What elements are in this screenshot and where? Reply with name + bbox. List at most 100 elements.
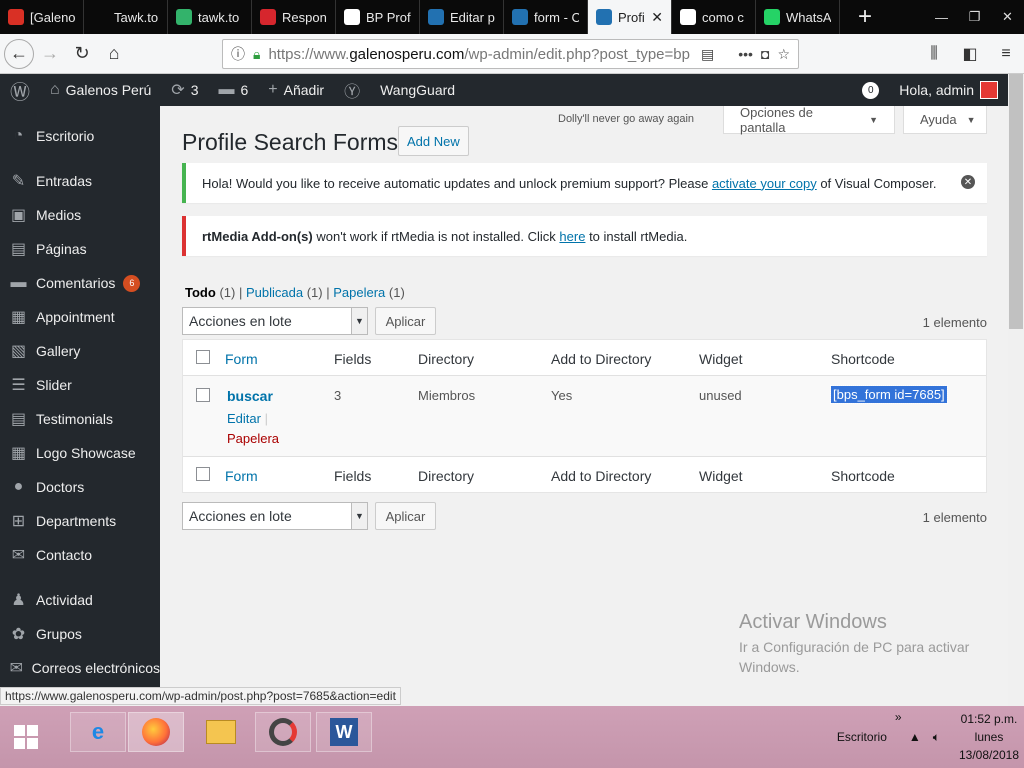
row-title-link[interactable]: buscar — [227, 388, 273, 404]
bulk-actions-select-top[interactable]: Acciones en lote ▼ — [182, 307, 368, 335]
sidebar-item-grupos[interactable]: ✿ Grupos — [0, 617, 160, 651]
wordpress-logo-icon[interactable]: Ⓦ — [0, 74, 40, 106]
back-button[interactable]: ← — [4, 38, 34, 69]
sidebar-item-entradas[interactable]: ✎ Entradas — [0, 164, 160, 198]
info-icon[interactable]: ⓘ — [231, 44, 245, 64]
row-checkbox[interactable] — [196, 388, 210, 402]
restore-button[interactable]: ❐ — [958, 0, 991, 34]
edit-link[interactable]: Editar | — [227, 411, 268, 426]
clock[interactable]: 01:52 p.m. lunes 13/08/2018 — [954, 710, 1024, 764]
sidebar-item-departments[interactable]: ⊞ Departments — [0, 504, 160, 538]
new-tab-button[interactable]: + — [840, 0, 890, 34]
sidebar-item-slider[interactable]: ☰ Slider — [0, 368, 160, 402]
menu-icon[interactable]: ≡ — [988, 45, 1024, 63]
sidebar-item-logo-showcase[interactable]: ▦ Logo Showcase — [0, 436, 160, 470]
screen-options-button[interactable]: Opciones de pantalla ▼ — [723, 105, 895, 135]
reader-view-icon[interactable]: ▤ — [701, 46, 714, 63]
volume-icon[interactable]: 🔈︎ — [933, 730, 940, 745]
activate-windows-text: Ir a Configuración de PC para activar Wi… — [739, 639, 970, 675]
word-icon[interactable]: W — [316, 712, 372, 752]
close-window-button[interactable]: ✕ — [991, 0, 1024, 34]
minimize-button[interactable]: — — [925, 0, 958, 34]
browser-tab[interactable]: WhatsA — [756, 0, 840, 34]
account-link[interactable]: Hola, admin — [889, 74, 1008, 106]
footer-header-add-to-directory: Add to Directory — [551, 468, 652, 484]
app-icon[interactable] — [255, 712, 311, 752]
dashboard-icon: ◔ — [13, 127, 24, 144]
show-hidden-icon[interactable]: » — [895, 710, 902, 724]
sidebar-item-p-ginas[interactable]: ▤ Páginas — [0, 232, 160, 266]
apply-button-top[interactable]: Aplicar — [375, 307, 436, 335]
add-new-link[interactable]: + Añadir — [258, 74, 334, 106]
home-button[interactable]: ⌂ — [98, 38, 130, 70]
browser-tab[interactable]: BP Profi — [336, 0, 420, 34]
notifications-link[interactable]: 0 — [852, 74, 889, 106]
browser-tab[interactable]: Profi ✕ — [588, 0, 672, 34]
blank — [92, 9, 108, 25]
filter-trash[interactable]: Papelera (1) — [333, 285, 405, 300]
add-new-button[interactable]: Add New — [398, 126, 469, 156]
bulk-actions-select-bottom[interactable]: Acciones en lote ▼ — [182, 502, 368, 530]
apply-button-bottom[interactable]: Aplicar — [375, 502, 436, 530]
select-all-checkbox-bottom[interactable] — [196, 467, 210, 481]
install-rtmedia-link[interactable]: here — [559, 229, 585, 244]
sidebar-item-label: Appointment — [36, 309, 115, 325]
sidebar-item-testimonials[interactable]: ▤ Testimonials — [0, 402, 160, 436]
help-button[interactable]: Ayuda ▼ — [903, 106, 987, 134]
yoast-link[interactable]: Ⓨ — [334, 74, 370, 106]
forward-button[interactable]: → — [34, 38, 66, 70]
scrollbar-thumb[interactable] — [1009, 74, 1023, 329]
trash-link[interactable]: Papelera — [227, 431, 279, 446]
file-explorer-icon[interactable] — [193, 712, 249, 752]
sidebar-toggle-icon[interactable]: ◧ — [952, 44, 988, 64]
comments-link[interactable]: ▬ 6 — [208, 74, 258, 106]
browser-tab-bar: [Galeno Tawk.to Sett tawk.to Respon BP Profi… — [0, 0, 1024, 34]
activity-icon: ♟ — [11, 592, 26, 609]
sidebar-item-correos-electr-nicos[interactable]: ✉ Correos electrónicos — [0, 651, 160, 685]
browser-tab[interactable]: [Galeno — [0, 0, 84, 34]
start-button[interactable] — [0, 706, 52, 768]
sidebar-item-gallery[interactable]: ▧ Gallery — [0, 334, 160, 368]
cell-directory: Miembros — [418, 388, 476, 403]
filter-all[interactable]: Todo (1) — [185, 285, 235, 300]
url-bar[interactable]: ⓘ 🔒︎ https://www.galenosperu.com/wp-admi… — [222, 39, 799, 69]
updates-link[interactable]: ⟳ 3 — [161, 74, 208, 106]
more-actions-icon[interactable]: ••• — [738, 46, 753, 62]
bookmark-star-icon[interactable]: ☆ — [777, 46, 790, 63]
browser-tab[interactable]: Editar p — [420, 0, 504, 34]
lock-icon: 🔒︎ — [253, 45, 261, 62]
tray-arrow-icon[interactable]: ▲ — [909, 730, 921, 744]
browser-tab[interactable]: tawk.to — [168, 0, 252, 34]
table-row: buscar Editar | Papelera 3 Miembros Yes … — [183, 376, 986, 456]
sidebar-item-contacto[interactable]: ✉ Contacto — [0, 538, 160, 572]
browser-tab[interactable]: Tawk.to Sett — [84, 0, 168, 34]
internet-explorer-icon[interactable]: e — [70, 712, 126, 752]
sidebar-item-actividad[interactable]: ♟ Actividad — [0, 583, 160, 617]
wangguard-link[interactable]: WangGuard — [370, 74, 465, 106]
status-bar-url: https://www.galenosperu.com/wp-admin/pos… — [0, 687, 401, 705]
firefox-icon[interactable] — [128, 712, 184, 752]
activate-copy-link[interactable]: activate your copy — [712, 176, 817, 191]
sidebar-item-medios[interactable]: ▣ Medios — [0, 198, 160, 232]
browser-tab[interactable]: form - C — [504, 0, 588, 34]
select-all-checkbox[interactable] — [196, 350, 210, 364]
site-name-link[interactable]: ⌂ Galenos Perú — [40, 74, 161, 106]
home-icon: ⌂ — [50, 81, 60, 98]
sidebar-item-appointment[interactable]: ▦ Appointment — [0, 300, 160, 334]
cell-shortcode[interactable]: [bps_form id=7685] — [830, 385, 948, 404]
browser-tab[interactable]: como c — [672, 0, 756, 34]
pocket-icon[interactable]: ◘ — [761, 46, 769, 62]
dismiss-icon[interactable]: ✕ — [961, 175, 975, 189]
column-header-form[interactable]: Form — [225, 351, 258, 367]
reload-button[interactable]: ↻ — [66, 38, 98, 70]
library-icon[interactable]: ⫼ — [916, 45, 952, 63]
sidebar-item-escritorio[interactable]: ◔ Escritorio — [0, 119, 160, 153]
sidebar-item-comentarios[interactable]: ▬ Comentarios 6 — [0, 266, 160, 300]
footer-header-form[interactable]: Form — [225, 468, 258, 484]
close-tab-icon[interactable]: ✕ — [651, 9, 663, 26]
browser-tab[interactable]: Respon — [252, 0, 336, 34]
filter-published[interactable]: Publicada (1) — [246, 285, 323, 300]
page-scrollbar[interactable] — [1008, 74, 1024, 706]
sidebar-item-doctors[interactable]: ● Doctors — [0, 470, 160, 504]
desktop-toolbar[interactable]: Escritorio — [837, 730, 887, 744]
